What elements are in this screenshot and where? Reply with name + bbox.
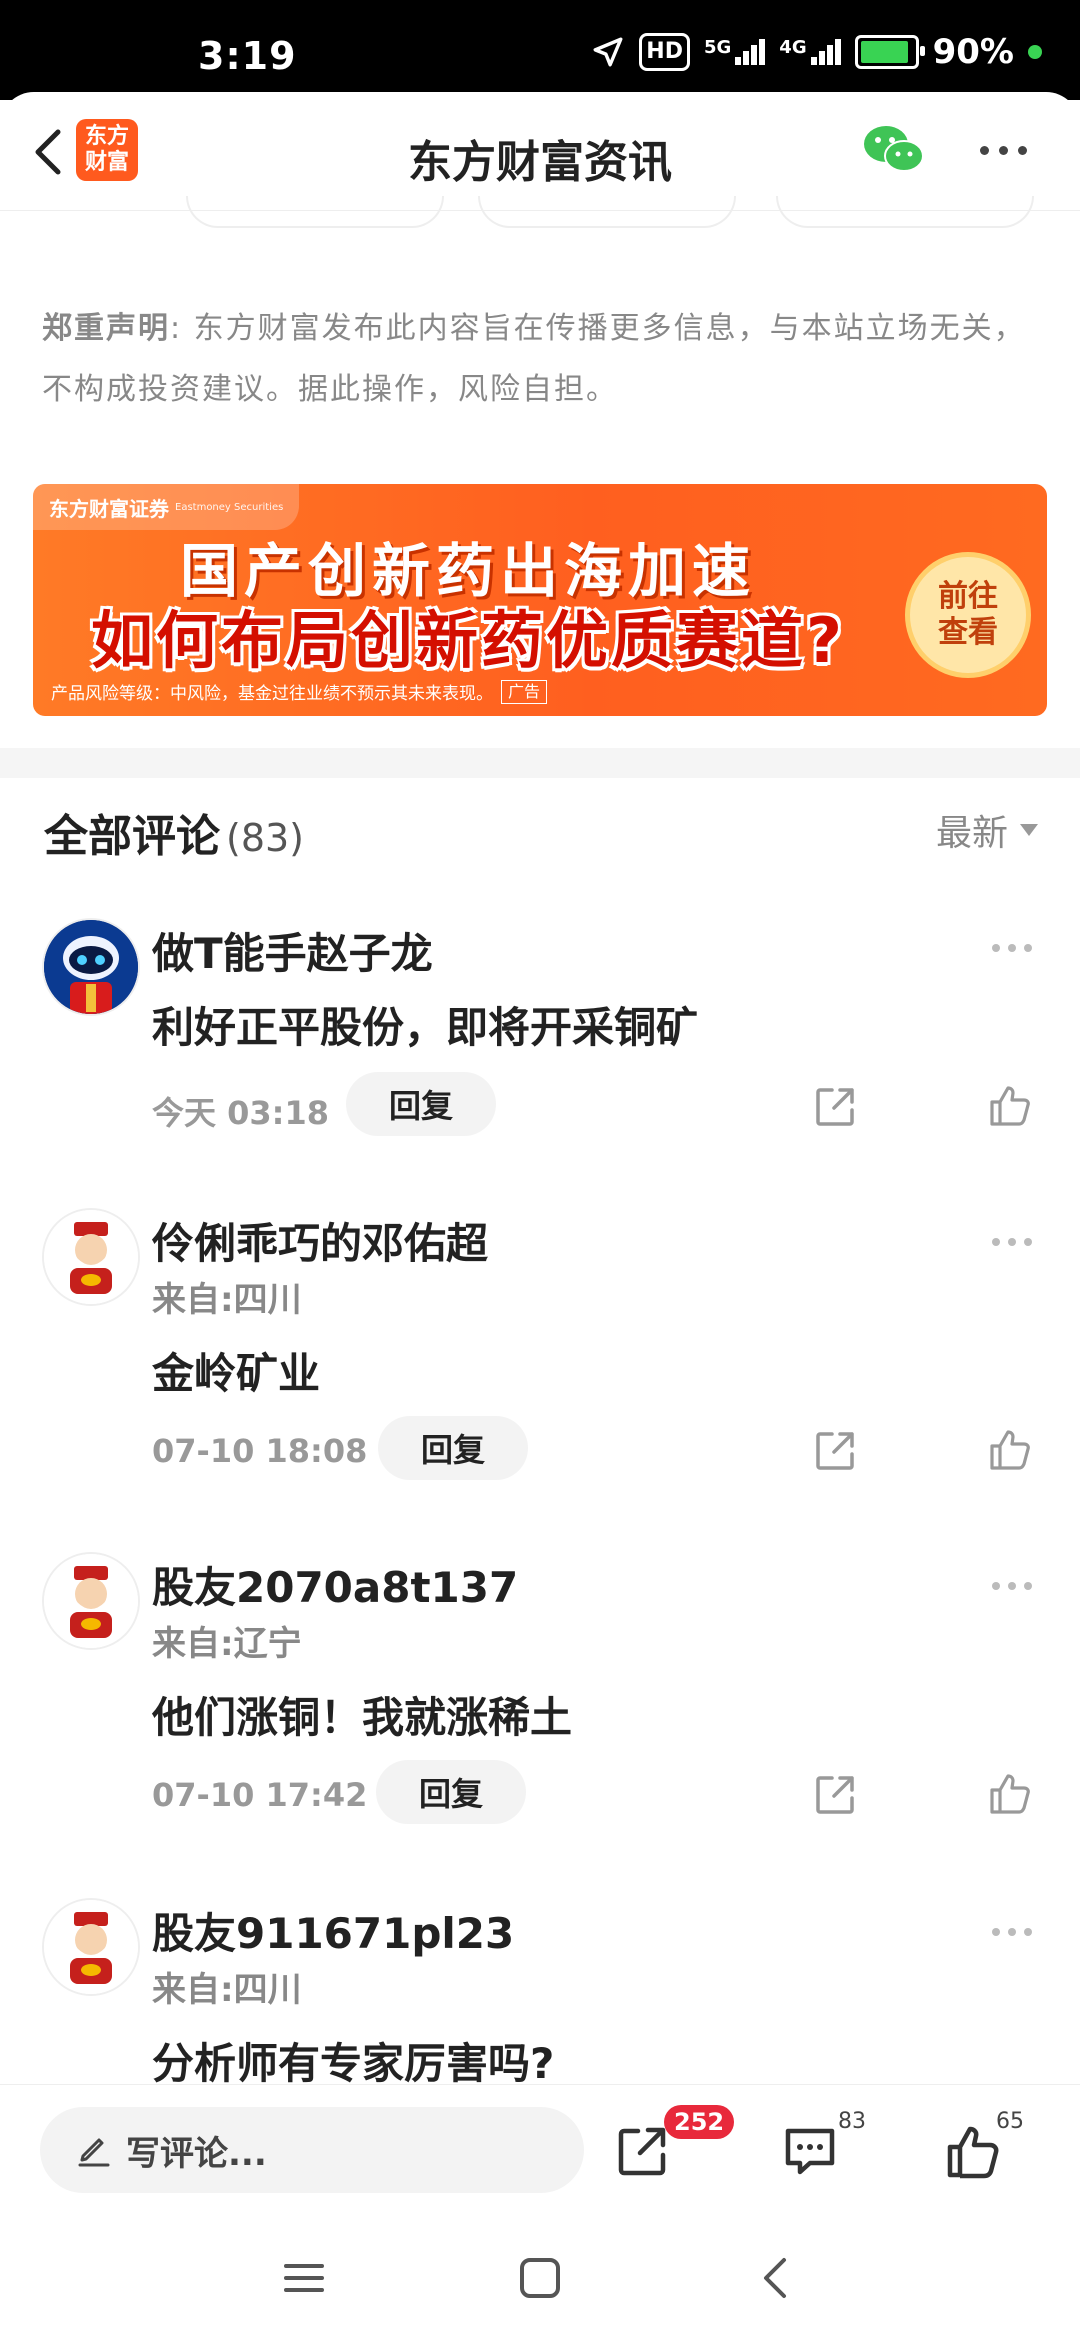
thumbs-up-icon[interactable] xyxy=(986,1426,1032,1472)
share-icon[interactable] xyxy=(812,1428,858,1474)
home-icon[interactable] xyxy=(516,2254,564,2302)
comment-time: 今天 03:18 xyxy=(152,1094,330,1132)
reply-button[interactable]: 回复 xyxy=(346,1072,496,1136)
net-label-5g: 5G xyxy=(703,37,732,58)
comment-text: 他们涨铜！我就涨稀土 xyxy=(152,1693,573,1742)
comment-more-button[interactable] xyxy=(992,944,1032,952)
status-icons: HD 5G 4G 90% xyxy=(591,32,1042,72)
ad-banner[interactable]: 东方财富证券 Eastmoney Securities 国产创新药出海加速 如何… xyxy=(33,484,1047,716)
related-chip[interactable] xyxy=(776,196,1034,228)
ad-cta-line1: 前往 xyxy=(938,579,998,614)
ad-cta-button[interactable]: 前往 查看 xyxy=(905,552,1031,678)
comment-icon[interactable] xyxy=(780,2121,840,2181)
write-comment-placeholder: 写评论... xyxy=(126,2133,267,2174)
avatar[interactable] xyxy=(42,1552,140,1650)
reply-button[interactable]: 回复 xyxy=(378,1416,528,1480)
comment-author[interactable]: 股友911671pl23 xyxy=(152,1900,514,1961)
section-divider xyxy=(0,748,1080,778)
avatar[interactable] xyxy=(42,918,140,1016)
sort-dropdown[interactable]: 最新 xyxy=(936,804,1038,856)
comment-text: 分析师有专家厉害吗? xyxy=(152,2039,555,2088)
comment-more-button[interactable] xyxy=(992,1238,1032,1246)
share-count-badge: 252 xyxy=(664,2105,735,2139)
comment-location: 来自:辽宁 xyxy=(152,1624,302,1664)
related-chip[interactable] xyxy=(478,196,736,228)
comment-author[interactable]: 股友2070a8t137 xyxy=(152,1554,518,1615)
disclaimer-text: : 东方财富发布此内容旨在传播更多信息，与本站立场无关，不构成投资建议。据此操作… xyxy=(42,311,1026,407)
caret-down-icon xyxy=(1020,824,1038,836)
battery-percent: 90% xyxy=(932,32,1014,72)
disclaimer: 郑重声明: 东方财富发布此内容旨在传播更多信息，与本站立场无关，不构成投资建议。… xyxy=(42,298,1042,420)
comment-more-button[interactable] xyxy=(992,1928,1032,1936)
privacy-dot-icon xyxy=(1028,45,1042,59)
ad-subheadline: 如何布局创新药优质赛道? xyxy=(91,604,845,677)
comments-heading: 全部评论 (83) xyxy=(44,800,304,864)
comment-text: 金岭矿业 xyxy=(152,1349,321,1398)
share-icon[interactable] xyxy=(812,1084,858,1130)
avatar[interactable] xyxy=(42,1898,140,1996)
signal-4g-icon: 4G xyxy=(779,37,841,65)
comment-time: 07-10 17:42 xyxy=(152,1776,368,1814)
comment-text: 利好正平股份，即将开采铜矿 xyxy=(152,1003,699,1052)
ad-brand: 东方财富证券 xyxy=(49,496,169,521)
ad-footnote: 产品风险等级：中风险，基金过往业绩不预示其未来表现。 广告 xyxy=(51,679,548,704)
app-header: 东方 财富 东方财富资讯 xyxy=(0,92,1080,211)
fortune-god-avatar-icon xyxy=(44,1900,138,1994)
write-comment-input[interactable]: 写评论... xyxy=(40,2107,584,2193)
comment-count: 83 xyxy=(838,2109,866,2134)
thumbs-up-icon[interactable] xyxy=(942,2121,1002,2181)
thumbs-up-icon[interactable] xyxy=(986,1770,1032,1816)
disclaimer-label: 郑重声明 xyxy=(42,311,170,346)
ad-brand-en: Eastmoney Securities xyxy=(175,501,284,513)
back-nav-icon[interactable] xyxy=(752,2254,800,2302)
sort-label: 最新 xyxy=(935,813,1008,854)
share-icon[interactable] xyxy=(612,2121,672,2181)
more-options-button[interactable] xyxy=(980,138,1040,162)
thumbs-up-icon[interactable] xyxy=(986,1082,1032,1128)
ad-footnote-text: 产品风险等级：中风险，基金过往业绩不预示其未来表现。 xyxy=(51,684,493,704)
status-time: 3:19 xyxy=(198,34,297,78)
signal-5g-icon: 5G xyxy=(703,37,766,65)
comment-location: 来自:四川 xyxy=(152,1970,302,2010)
fortune-god-avatar-icon xyxy=(44,1210,138,1304)
net-label-4g: 4G xyxy=(779,37,807,58)
fortune-god-avatar-icon xyxy=(44,1554,138,1648)
comment-location: 来自:四川 xyxy=(152,1280,302,1320)
comment-more-button[interactable] xyxy=(992,1582,1032,1590)
ad-tag: 广告 xyxy=(501,679,548,704)
comment-time: 07-10 18:08 xyxy=(152,1432,368,1470)
pencil-icon xyxy=(78,2138,110,2167)
comment-author[interactable]: 伶俐乖巧的邓佑超 xyxy=(152,1210,488,1271)
like-count: 65 xyxy=(996,2109,1024,2134)
location-arrow-icon xyxy=(593,37,623,67)
bottom-action-bar: 写评论... 252 83 65 xyxy=(0,2084,1080,2215)
comment-author[interactable]: 做T能手赵子龙 xyxy=(152,920,433,981)
ad-cta-line2: 查看 xyxy=(938,615,998,650)
wechat-icon[interactable] xyxy=(860,122,926,178)
system-nav-bar xyxy=(0,2214,1080,2340)
avatar[interactable] xyxy=(42,1208,140,1306)
menu-icon[interactable] xyxy=(280,2254,328,2302)
status-bar: 3:19 HD 5G 4G 90% xyxy=(0,0,1080,100)
hd-badge: HD xyxy=(639,33,690,71)
comments-count: (83) xyxy=(226,816,305,860)
comments-title: 全部评论 xyxy=(44,811,220,862)
reply-button[interactable]: 回复 xyxy=(376,1760,526,1824)
share-icon[interactable] xyxy=(812,1772,858,1818)
related-chip[interactable] xyxy=(186,196,444,228)
battery-icon xyxy=(854,35,925,69)
robot-avatar-icon xyxy=(44,920,138,1014)
